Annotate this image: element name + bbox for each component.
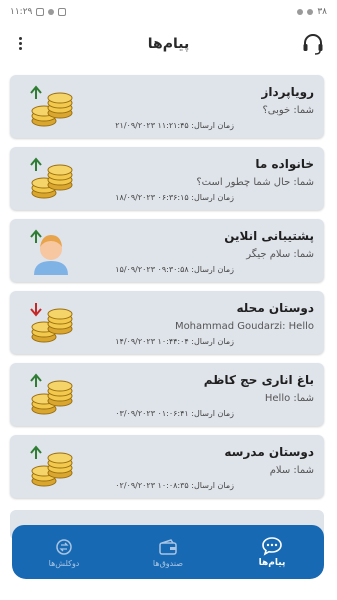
signal-icon: [297, 9, 304, 15]
nav-item-chat[interactable]: پیام‌ها: [227, 536, 317, 568]
sent-time: زمان ارسال: ۱۱:۲۱:۴۵ ۲۱/۰۹/۲۰۲۳: [115, 121, 234, 130]
status-bar: ۱۱:۲۹ ۳۸: [0, 0, 337, 24]
last-message: شما: خوبی؟: [262, 105, 314, 116]
sent-time: زمان ارسال: ۰۶:۳۶:۱۵ ۱۸/۰۹/۲۰۲۳: [115, 193, 234, 202]
conversation-name: خانواده ما: [255, 157, 314, 171]
wifi-icon: [307, 9, 314, 15]
nav-item-exchange[interactable]: دوکلش‌ها: [19, 537, 109, 568]
page-title: پیام‌ها: [147, 36, 190, 52]
status-time: ۱۱:۲۹: [10, 7, 33, 17]
conversation-card[interactable]: خانواده ما شما: حال شما چطور است؟ زمان ارس…: [10, 147, 324, 210]
more-menu-icon[interactable]: [16, 36, 24, 52]
arrow-up-icon: [30, 157, 42, 173]
conversation-name: رویاپرداز: [261, 85, 314, 99]
nav-label: صندوق‌ها: [152, 558, 184, 568]
conversation-card[interactable]: دوستان مدرسه شما: سلام زمان ارسال: ۱۰:۰۸:۳…: [10, 435, 324, 498]
conversation-card[interactable]: رویاپرداز شما: خوبی؟ زمان ارسال: ۱۱:۲۱:۴۵ …: [10, 75, 324, 138]
conversation-list[interactable]: رویاپرداز شما: خوبی؟ زمان ارسال: ۱۱:۲۱:۴۵ …: [0, 70, 337, 540]
last-message: شما: حال شما چطور است؟: [196, 177, 314, 188]
sent-time: زمان ارسال: ۰۹:۳۰:۵۸ ۱۵/۰۹/۲۰۲۳: [115, 265, 234, 274]
conversation-card[interactable]: باغ اناری حج کاظم شما: Hello زمان ارسال: ۰…: [10, 363, 324, 426]
conversation-card[interactable]: دوستان محله Mohammad Goudarzi: Hello زمان …: [10, 291, 324, 354]
nav-label: پیام‌ها: [258, 558, 286, 568]
arrow-up-icon: [30, 229, 42, 245]
last-message: شما: سلام جیگر: [246, 249, 314, 260]
arrow-down-icon: [30, 301, 42, 317]
nav-item-wallet[interactable]: صندوق‌ها: [123, 537, 213, 568]
headset-support-icon[interactable]: [301, 32, 325, 56]
status-right: ۳۸: [297, 7, 327, 17]
sent-time: زمان ارسال: ۰۱:۰۶:۴۱ ۰۳/۰۹/۲۰۲۳: [115, 409, 234, 418]
last-message: شما: سلام: [269, 465, 314, 476]
app-bar: پیام‌ها: [0, 24, 337, 64]
arrow-up-icon: [30, 445, 42, 461]
cloud-icon: [48, 9, 55, 15]
conversation-name: باغ اناری حج کاظم: [203, 373, 314, 387]
conversation-name: دوستان محله: [236, 301, 315, 315]
last-message: شما: Hello: [264, 393, 314, 404]
battery-level: ۳۸: [317, 7, 327, 17]
status-left: ۱۱:۲۹: [10, 7, 67, 17]
sent-time: زمان ارسال: ۱۰:۴۴:۰۴ ۱۴/۰۹/۲۰۲۳: [115, 337, 234, 346]
bottom-navigation: پیام‌ها صندوق‌ها دوکلش‌ها: [12, 525, 324, 579]
image-icon: [58, 8, 67, 16]
nav-label: دوکلش‌ها: [48, 558, 80, 568]
exchange-icon: [53, 537, 75, 557]
notification-icon: [36, 8, 45, 16]
arrow-up-icon: [30, 85, 42, 101]
arrow-up-icon: [30, 373, 42, 389]
conversation-card[interactable]: پشتیبانی انلاین شما: سلام جیگر زمان ارسال:…: [10, 219, 324, 282]
conversation-name: پشتیبانی انلاین: [224, 229, 314, 243]
sent-time: زمان ارسال: ۱۰:۰۸:۳۵ ۰۲/۰۹/۲۰۲۳: [115, 481, 234, 490]
conversation-name: دوستان مدرسه: [224, 445, 314, 459]
last-message: Mohammad Goudarzi: Hello: [174, 321, 314, 332]
wallet-icon: [157, 537, 179, 557]
chat-icon: [261, 536, 283, 556]
